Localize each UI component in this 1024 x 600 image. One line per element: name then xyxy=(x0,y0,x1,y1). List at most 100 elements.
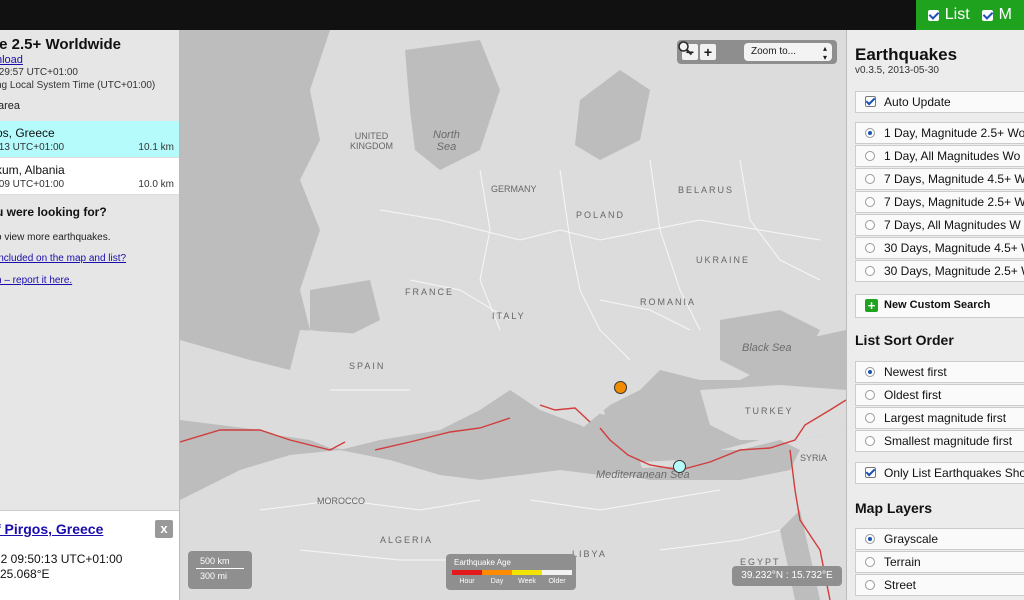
label-libya: LIBYA xyxy=(572,549,607,559)
popup-title-link[interactable]: f Pirgos, Greece xyxy=(0,521,103,537)
layer-label: Grayscale xyxy=(884,532,939,546)
radio-icon xyxy=(865,436,875,446)
toggle-map-label: M xyxy=(998,6,1012,23)
feed-label: 30 Days, Magnitude 4.5+ W xyxy=(884,241,1024,255)
feed-option[interactable]: 1 Day, Magnitude 2.5+ Wo xyxy=(855,122,1024,144)
label-france: FRANCE xyxy=(405,287,455,297)
label-uk: UNITED KINGDOM xyxy=(350,131,394,151)
sort-option[interactable]: Largest magnitude first xyxy=(855,407,1024,429)
zoom-control: − + Zoom to... ▴▾ xyxy=(677,40,837,64)
radio-icon xyxy=(865,197,875,207)
radio-icon xyxy=(865,220,875,230)
magnifier-icon[interactable] xyxy=(677,40,693,56)
feed-label: 1 Day, Magnitude 2.5+ Wo xyxy=(884,126,1024,140)
toggle-list[interactable]: List xyxy=(927,6,970,24)
checkbox-checked-icon xyxy=(865,467,876,478)
zoom-to-select[interactable]: Zoom to... ▴ ▾ xyxy=(744,43,832,62)
feed-option[interactable]: 30 Days, Magnitude 2.5+ W xyxy=(855,260,1024,282)
layer-option[interactable]: Terrain xyxy=(855,551,1024,573)
eq-place: os, Greece xyxy=(0,126,55,140)
toggle-map[interactable]: M xyxy=(981,6,1012,24)
auto-update-checkbox[interactable]: Auto Update xyxy=(855,91,1024,113)
feed-label: 7 Days, Magnitude 4.5+ W xyxy=(884,172,1024,186)
earthquake-marker-selected[interactable] xyxy=(673,460,686,473)
legend-label-older: Older xyxy=(548,578,566,585)
legend-bar-day xyxy=(482,570,512,575)
checkbox-checked-icon xyxy=(981,9,993,21)
sort-option[interactable]: Newest first xyxy=(855,361,1024,383)
popup-coord: l 25.068°E xyxy=(0,567,50,581)
report-link[interactable]: n – report it here. xyxy=(0,275,72,286)
label-spain: SPAIN xyxy=(349,361,386,371)
custom-search-label: New Custom Search xyxy=(884,299,991,311)
download-link[interactable]: nload xyxy=(0,54,23,66)
sort-option[interactable]: Smallest magnitude first xyxy=(855,430,1024,452)
settings-panel: Earthquakes v0.3.5, 2013-05-30 Auto Upda… xyxy=(846,30,1024,600)
only-list-label: Only List Earthquakes Sho xyxy=(884,466,1024,480)
feed-option[interactable]: 1 Day, All Magnitudes Wo xyxy=(855,145,1024,167)
label-romania: ROMANIA xyxy=(640,297,697,307)
label-algeria: ALGERIA xyxy=(380,535,434,545)
sort-label: Largest magnitude first xyxy=(884,411,1007,425)
checkbox-checked-icon xyxy=(927,9,939,21)
radio-icon xyxy=(865,580,875,590)
cursor-coordinates: 39.232°N : 15.732°E xyxy=(732,566,842,586)
layer-option[interactable]: Street xyxy=(855,574,1024,596)
list-item[interactable]: kum, Albania :09 UTC+01:00 10.0 km xyxy=(0,158,179,195)
eq-depth: 10.1 km xyxy=(138,142,174,153)
legend-label-hour: Hour xyxy=(459,578,475,585)
label-belarus: BELARUS xyxy=(678,185,735,195)
feed-label: 7 Days, Magnitude 2.5+ W xyxy=(884,195,1024,209)
zoom-to-label: Zoom to... xyxy=(751,46,797,57)
popup-time: 22 09:50:13 UTC+01:00 xyxy=(0,552,123,566)
legend-bar-hour xyxy=(452,570,482,575)
radio-icon xyxy=(865,266,875,276)
label-ukraine: UKRAINE xyxy=(696,255,751,265)
feed-option[interactable]: 7 Days, Magnitude 2.5+ W xyxy=(855,191,1024,213)
eq-time: :09 UTC+01:00 xyxy=(0,179,65,190)
list-item[interactable]: os, Greece :13 UTC+01:00 10.1 km xyxy=(0,121,179,158)
label-black-sea: Black Sea xyxy=(742,342,792,354)
earthquake-list-panel: le 2.5+ Worldwide nload :29:57 UTC+01:00… xyxy=(0,30,180,600)
layer-label: Street xyxy=(884,578,917,592)
included-link[interactable]: included on the map and list? xyxy=(0,253,126,264)
sort-order-heading: List Sort Order xyxy=(855,332,954,348)
map-view[interactable]: UNITED KINGDOM North Sea GERMANY BELARUS… xyxy=(180,30,846,600)
app-title: Earthquakes xyxy=(855,45,958,64)
close-icon[interactable]: x xyxy=(155,520,173,538)
new-custom-search-button[interactable]: + New Custom Search xyxy=(855,294,1024,318)
label-morocco: MOROCCO xyxy=(317,496,365,506)
view-toggle: List M xyxy=(915,0,1024,30)
legend-label-week: Week xyxy=(518,578,536,585)
scale-km: 500 km xyxy=(200,556,230,566)
top-bar: List M xyxy=(0,0,1024,30)
feed-option[interactable]: 30 Days, Magnitude 4.5+ W xyxy=(855,237,1024,259)
earthquake-age-legend: Earthquake Age Hour Day Week Older xyxy=(446,554,576,590)
sort-option[interactable]: Oldest first xyxy=(855,384,1024,406)
earthquake-marker[interactable] xyxy=(614,381,627,394)
label-germany: GERMANY xyxy=(491,184,537,194)
feed-option[interactable]: 7 Days, Magnitude 4.5+ W xyxy=(855,168,1024,190)
radio-icon xyxy=(865,390,875,400)
sort-label: Oldest first xyxy=(884,388,942,402)
plus-icon: + xyxy=(865,299,878,312)
eq-depth: 10.0 km xyxy=(138,179,174,190)
checkbox-checked-icon xyxy=(865,96,876,107)
updated-time: :29:57 UTC+01:00 xyxy=(0,67,78,78)
layer-option[interactable]: Grayscale xyxy=(855,528,1024,550)
legend-bar-older xyxy=(542,570,572,575)
only-list-checkbox[interactable]: Only List Earthquakes Sho xyxy=(855,462,1024,484)
feed-label: 30 Days, Magnitude 2.5+ W xyxy=(884,264,1024,278)
label-turkey: TURKEY xyxy=(745,406,794,416)
radio-icon xyxy=(865,151,875,161)
radio-icon xyxy=(865,413,875,423)
area-label: area xyxy=(0,100,21,112)
legend-bar-week xyxy=(512,570,542,575)
earthquake-popup: f Pirgos, Greece x 22 09:50:13 UTC+01:00… xyxy=(0,510,179,600)
layer-label: Terrain xyxy=(884,555,921,569)
zoom-in-button[interactable]: + xyxy=(700,44,716,60)
eq-time: :13 UTC+01:00 xyxy=(0,142,65,153)
toggle-list-label: List xyxy=(944,6,970,23)
feed-label: 1 Day, All Magnitudes Wo xyxy=(884,149,1021,163)
feed-option[interactable]: 7 Days, All Magnitudes W xyxy=(855,214,1024,236)
